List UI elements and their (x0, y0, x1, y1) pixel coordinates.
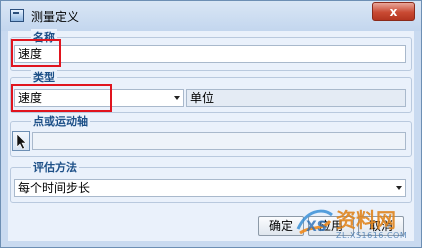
svg-text:XS: XS (306, 219, 327, 235)
select-pointer-button[interactable] (12, 131, 30, 151)
type-highlight (11, 84, 112, 112)
watermark-logo: XS 资料网 ZL.XS1616.COM (292, 201, 422, 246)
name-input[interactable]: 速度 (14, 45, 406, 63)
eval-select-value: 每个时间步长 (18, 181, 91, 195)
chevron-down-icon (174, 96, 180, 100)
axis-legend: 点或运动轴 (31, 113, 90, 129)
axis-collector[interactable] (32, 132, 406, 150)
eval-select[interactable]: 每个时间步长 (14, 179, 406, 197)
chevron-down-icon (396, 186, 402, 190)
type-legend: 类型 (31, 69, 57, 85)
watermark-text: 资料网 (336, 208, 396, 232)
window-icon (10, 9, 24, 22)
cursor-arrow-icon (16, 133, 27, 150)
watermark-url: ZL.XS1616.COM (336, 231, 408, 240)
unit-field: 单位 (186, 89, 406, 107)
name-highlight (11, 39, 61, 67)
close-button[interactable]: x (372, 2, 415, 21)
window-title: 测量定义 (31, 10, 80, 24)
title-bar[interactable]: 测量定义 x (1, 1, 421, 31)
eval-legend: 评估方法 (31, 159, 79, 175)
